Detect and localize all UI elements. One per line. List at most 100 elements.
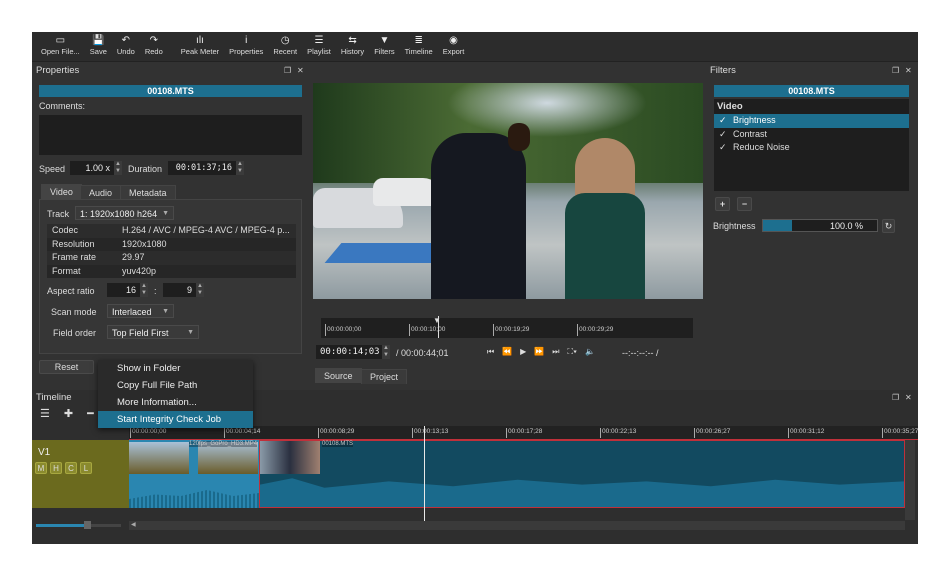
properties-button[interactable]: i Properties (224, 32, 268, 61)
track-button-h[interactable]: H (50, 462, 62, 474)
toolbar-label: Save (89, 47, 107, 56)
info-key: Frame rate (52, 252, 97, 262)
filter-item[interactable]: ✓ Brightness (714, 114, 909, 128)
clip-00108[interactable]: 00108.MTS (259, 440, 905, 508)
position-spinner[interactable]: ▲ ▼ (382, 345, 390, 359)
close-icon[interactable]: ✕ (905, 66, 912, 75)
filters-button[interactable]: ▼ Filters (369, 32, 399, 61)
info-key: Format (52, 265, 81, 276)
tab-audio[interactable]: Audio (80, 185, 122, 200)
aspect-width-input[interactable]: 16 (107, 283, 140, 297)
skip-next-icon[interactable]: ⏭ (552, 347, 559, 357)
duration-spinner[interactable]: ▲ ▼ (236, 161, 244, 175)
reset-button[interactable]: Reset (39, 360, 94, 374)
fast-forward-icon[interactable]: ⏩ (534, 347, 544, 357)
undo-button[interactable]: ↶ Undo (112, 32, 140, 61)
properties-panel: Properties ❐ ✕ 00108.MTS Comments: Speed… (32, 63, 306, 383)
ruler-tick (506, 428, 507, 438)
horizontal-scrollbar[interactable]: ◀ (129, 521, 905, 530)
menu-item-copy-full-file-path[interactable]: Copy Full File Path (98, 377, 253, 394)
add-track-icon[interactable]: ✚ (64, 407, 73, 420)
toolbar-label: Timeline (404, 47, 433, 56)
menu-item-more-information[interactable]: More Information... (98, 394, 253, 411)
export-button[interactable]: ◉ Export (438, 32, 470, 61)
info-value: 29.97 (122, 252, 145, 262)
undo-icon: ↶ (121, 35, 131, 46)
peak-meter-icon: ılı (196, 35, 204, 46)
duration-input[interactable]: 00:01:37;16 (168, 161, 236, 175)
tab-source[interactable]: Source (315, 368, 362, 383)
filter-item[interactable]: ✓ Contrast (714, 128, 909, 142)
brightness-label: Brightness (713, 221, 756, 231)
save-button[interactable]: 💾 Save (85, 32, 112, 61)
menu-icon[interactable]: ☰ (40, 407, 50, 420)
menu-item-show-in-folder[interactable]: Show in Folder (98, 360, 253, 377)
total-duration: / 00:00:44;01 (396, 348, 449, 358)
filter-item[interactable]: ✓ Reduce Noise (714, 141, 909, 155)
add-filter-button[interactable]: + (715, 197, 730, 211)
close-icon[interactable]: ✕ (905, 393, 912, 402)
vertical-scrollbar[interactable] (905, 440, 915, 520)
speed-input[interactable]: 1.00 x (70, 161, 114, 175)
tab-project[interactable]: Project (361, 369, 408, 384)
main-toolbar: ▭ Open File... 💾 Save ↶ Undo ↷ Redo ılı Peak Mete… (32, 32, 918, 62)
ruler-tick (318, 428, 319, 438)
play-icon[interactable]: ▶ (520, 347, 526, 357)
history-button[interactable]: ⇆ History (336, 32, 369, 61)
video-tab-content: Track 1: 1920x1080 h264 ▼ Codec H.264 / AV… (39, 199, 302, 354)
zoom-fit-icon[interactable]: ⛶▾ (568, 347, 578, 357)
rewind-icon[interactable]: ⏪ (502, 347, 512, 357)
volume-icon[interactable]: 🔈 (585, 347, 595, 357)
filter-list: Video ✓ Brightness ✓ Contrast ✓ Reduce Noi… (714, 99, 909, 191)
tab-video[interactable]: Video (41, 184, 82, 199)
float-icon[interactable]: ❐ (892, 393, 899, 402)
checkbox-icon[interactable]: ✓ (719, 115, 729, 125)
speed-spinner[interactable]: ▲ ▼ (114, 161, 122, 175)
reset-param-icon[interactable]: ↻ (882, 219, 895, 233)
close-icon[interactable]: ✕ (297, 66, 304, 75)
aspect-width-spinner[interactable]: ▲ ▼ (140, 283, 148, 297)
tab-metadata[interactable]: Metadata (120, 185, 176, 200)
ruler-label: 00:00:35;27 (884, 428, 919, 435)
player-ruler[interactable]: 00:00:00;00 00:00:10;00 00:00:19;29 00:00:2… (321, 318, 693, 338)
field-order-select[interactable]: Top Field First ▼ (107, 325, 199, 339)
ruler-tick (224, 428, 225, 438)
toolbar-label: History (340, 47, 365, 56)
remove-filter-button[interactable]: − (737, 197, 752, 211)
comments-label: Comments: (39, 101, 86, 111)
filter-name: Brightness (733, 115, 776, 125)
menu-item-start-integrity-check-job[interactable]: Start Integrity Check Job (98, 411, 253, 428)
float-icon[interactable]: ❐ (284, 66, 291, 75)
aspect-height-spinner[interactable]: ▲ ▼ (196, 283, 204, 297)
open-file-button[interactable]: ▭ Open File... (36, 32, 85, 61)
peak-meter-button[interactable]: ılı Peak Meter (176, 32, 224, 61)
filter-name: Contrast (733, 128, 768, 139)
recent-button[interactable]: ◷ Recent (268, 32, 302, 61)
track-button-m[interactable]: M (35, 462, 47, 474)
toolbar-label: Undo (116, 47, 135, 56)
float-icon[interactable]: ❐ (892, 66, 899, 75)
scan-mode-select[interactable]: Interlaced ▼ (107, 304, 174, 318)
track-button-l[interactable]: L (80, 462, 92, 474)
checkbox-icon[interactable]: ✓ (719, 129, 729, 139)
timeline-playhead[interactable] (424, 426, 425, 522)
track-button-c[interactable]: C (65, 462, 77, 474)
timeline-button[interactable]: ≣ Timeline (400, 32, 438, 61)
remove-icon[interactable]: ━ (87, 407, 94, 420)
ruler-tick (130, 428, 131, 438)
field-order-label: Field order (53, 328, 97, 338)
clip-gopro[interactable]: 120fps_GoPro_HD3.MP4 (129, 440, 259, 508)
clip-label: 00108.MTS (322, 441, 354, 447)
skip-previous-icon[interactable]: ⏮ (487, 347, 494, 357)
track-select[interactable]: 1: 1920x1080 h264 ▼ (75, 206, 174, 220)
aspect-height-input[interactable]: 9 (163, 283, 196, 297)
position-input[interactable]: 00:00:14;03 (316, 345, 382, 359)
timeline-ruler[interactable]: 00:00:00;00 00:00:04;14 00:00:08;29 00:00:1… (129, 426, 918, 440)
checkbox-icon[interactable]: ✓ (719, 142, 729, 152)
comments-input[interactable] (39, 115, 302, 155)
redo-button[interactable]: ↷ Redo (140, 32, 168, 61)
ruler-label: 00:00:08;29 (320, 428, 355, 435)
zoom-slider[interactable] (36, 521, 121, 529)
brightness-slider[interactable]: 100.0 % (762, 219, 878, 232)
playlist-button[interactable]: ☰ Playlist (302, 32, 336, 61)
